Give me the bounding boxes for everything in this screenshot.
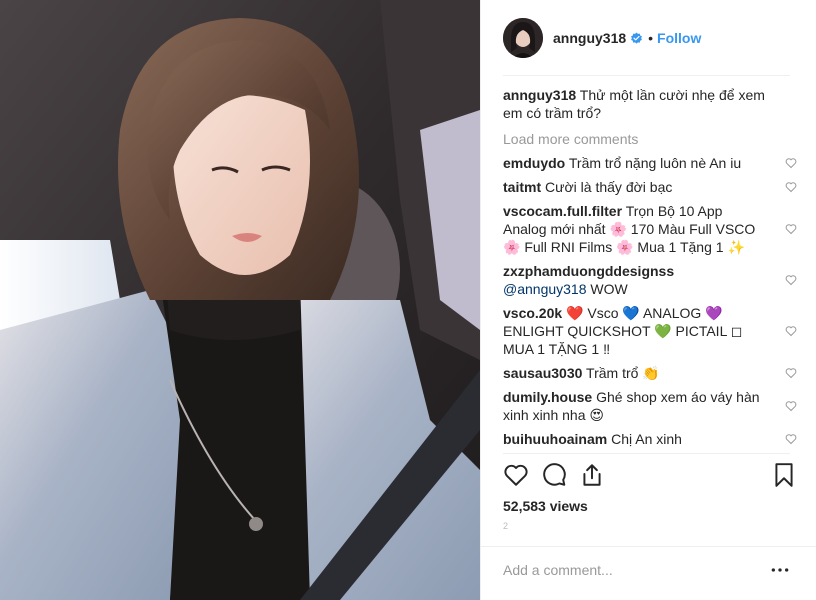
comment-username[interactable]: sausau3030 (503, 365, 582, 381)
comment-item: taitmt Cười là thấy đời bạc (503, 178, 797, 196)
comment-text: Trầm trổ nặng luôn nè An iu (568, 155, 742, 171)
comment-username[interactable]: buihuuhoainam (503, 431, 607, 447)
avatar-image (503, 18, 543, 58)
comments-list: annguy318 Thử một lần cười nhẹ để xem em… (503, 86, 797, 448)
author-username[interactable]: annguy318 (553, 30, 626, 46)
comment-text: Chị An xinh (611, 431, 682, 447)
comment-item: sausau3030 Trầm trổ 👏 (503, 364, 797, 382)
view-count[interactable]: 52,583 views (503, 498, 588, 514)
more-options-icon[interactable] (770, 560, 790, 580)
caption-username[interactable]: annguy318 (503, 87, 576, 103)
comment-item: zxzphamduongddesignss @annguy318 WOW (503, 262, 797, 298)
comment-item: buihuuhoainam Chị An xinh (503, 430, 797, 448)
comment-username[interactable]: vscocam.full.filter (503, 203, 622, 219)
comment-item: emduydo Trầm trổ nặng luôn nè An iu (503, 154, 797, 172)
comment-text: Trầm trổ 👏 (586, 365, 660, 381)
heart-icon[interactable] (785, 400, 797, 412)
add-comment-input[interactable] (503, 560, 743, 580)
actions-divider (503, 453, 790, 454)
comment-item: vscocam.full.filter Trọn Bộ 10 App Analo… (503, 202, 797, 256)
add-comment-divider (481, 546, 816, 547)
comment-username[interactable]: vsco.20k (503, 305, 562, 321)
comment-username[interactable]: dumily.house (503, 389, 592, 405)
comment-username[interactable]: emduydo (503, 155, 565, 171)
heart-icon[interactable] (785, 157, 797, 169)
post-sidebar: annguy318 • Follow annguy318 Thử một lần… (480, 0, 816, 600)
heart-icon[interactable] (785, 325, 797, 337)
comment-mention[interactable]: @annguy318 (503, 281, 587, 297)
post-caption: annguy318 Thử một lần cười nhẹ để xem em… (503, 86, 783, 122)
instagram-post: annguy318 • Follow annguy318 Thử một lần… (0, 0, 816, 600)
header-divider (503, 75, 790, 76)
comment-text: WOW (590, 281, 628, 297)
share-icon[interactable] (579, 462, 605, 488)
heart-icon[interactable] (785, 367, 797, 379)
follow-button[interactable]: Follow (657, 30, 701, 46)
post-header: annguy318 • Follow (481, 0, 816, 76)
heart-icon[interactable] (785, 223, 797, 235)
verified-badge-icon (630, 32, 643, 45)
heart-icon[interactable] (503, 462, 529, 488)
heart-icon[interactable] (785, 274, 797, 286)
comment-icon[interactable] (541, 462, 567, 488)
heart-icon[interactable] (785, 181, 797, 193)
comment-item: vsco.20k ❤️ Vsco 💙 ANALOG 💜 ENLIGHT QUIC… (503, 304, 797, 358)
timestamp-partial: 2 (503, 521, 509, 531)
photo-illustration (0, 0, 480, 600)
avatar[interactable] (503, 18, 543, 58)
comment-username[interactable]: zxzphamduongddesignss (503, 263, 674, 279)
load-more-comments-button[interactable]: Load more comments (503, 130, 797, 148)
bookmark-icon[interactable] (771, 462, 797, 488)
separator-dot: • (648, 30, 654, 46)
comment-username[interactable]: taitmt (503, 179, 541, 195)
comment-item: dumily.house Ghé shop xem áo váy hàn xin… (503, 388, 797, 424)
heart-icon[interactable] (785, 433, 797, 445)
action-bar (503, 462, 797, 490)
post-photo[interactable] (0, 0, 480, 600)
comment-text: Cười là thấy đời bạc (545, 179, 673, 195)
